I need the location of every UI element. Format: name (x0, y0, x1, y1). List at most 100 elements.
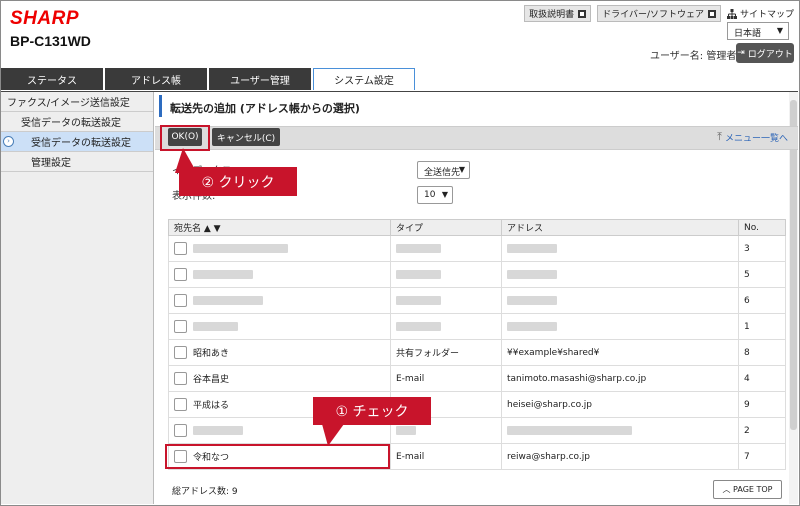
table-row: 昭和あき 共有フォルダー ¥¥example¥shared¥ 8 (168, 339, 786, 366)
sidebar: ファクス/イメージ送信設定 受信データの転送設定 › 受信データの転送設定 管理… (1, 92, 154, 504)
masked-name (193, 296, 263, 305)
manual-link-label: 取扱説明書 (529, 10, 575, 20)
chevron-up-icon: ︿ (722, 485, 734, 494)
masked-name (193, 426, 243, 435)
masked-address (507, 243, 557, 253)
chevron-down-icon: ▼ (458, 165, 465, 174)
masked-type (396, 295, 441, 305)
row-address: heisei@sharp.co.jp (501, 391, 739, 418)
page-top-button[interactable]: ︿ PAGE TOP (713, 480, 782, 499)
tab-address-book[interactable]: アドレス帳 (105, 68, 207, 90)
address-table: 宛先名 ▲ ▼ タイプ アドレス No. 3 5 6 1 昭和あき 共有フォルダ… (168, 219, 786, 470)
top-links: 取扱説明書 ドライバー/ソフトウェア サイトマップ (524, 5, 794, 22)
tab-system-settings[interactable]: システム設定 (313, 68, 415, 90)
column-type-header: タイプ (390, 219, 502, 236)
masked-type (396, 243, 441, 253)
row-checkbox[interactable] (174, 294, 187, 307)
masked-type (396, 269, 441, 279)
sidebar-item-fax-image-send[interactable]: ファクス/イメージ送信設定 (1, 92, 153, 112)
external-link-icon (707, 9, 716, 18)
row-checkbox[interactable] (174, 424, 187, 437)
external-link-icon (578, 9, 587, 18)
table-row: 3 (168, 235, 786, 262)
sidebar-item-forward-settings-active[interactable]: › 受信データの転送設定 (1, 132, 153, 152)
row-number: 5 (738, 261, 786, 288)
row-name: 昭和あき (193, 349, 230, 359)
sitemap-icon (726, 8, 737, 19)
user-name: ユーザー名: 管理者 (650, 51, 737, 62)
row-checkbox[interactable] (174, 346, 187, 359)
language-select[interactable]: 日本語 ▼ (727, 22, 789, 40)
page-top-label: PAGE TOP (733, 485, 773, 494)
display-count-value: 10 (424, 190, 436, 200)
masked-name (193, 270, 253, 279)
table-row: 2 (168, 417, 786, 444)
chevron-down-icon: ▼ (441, 190, 448, 199)
manual-link[interactable]: 取扱説明書 (524, 5, 592, 22)
masked-address (507, 269, 557, 279)
row-address: tanimoto.masashi@sharp.co.jp (501, 365, 739, 392)
cancel-button[interactable]: キャンセル(C) (212, 128, 280, 146)
tab-user-management[interactable]: ユーザー管理 (209, 68, 311, 90)
index-value: 全送信先 (424, 168, 461, 178)
sharp-logo: SHARP (10, 8, 80, 29)
table-row: 谷本昌史 E-mail tanimoto.masashi@sharp.co.jp… (168, 365, 786, 392)
row-number: 2 (738, 417, 786, 444)
logout-icon: ⇥ (737, 48, 745, 58)
column-name-header[interactable]: 宛先名 ▲ ▼ (168, 219, 391, 236)
model-name: BP-C131WD (10, 33, 91, 49)
index-select[interactable]: 全送信先 ▼ (417, 161, 470, 179)
sidebar-item-forward-settings[interactable]: 受信データの転送設定 (1, 112, 153, 132)
table-header-row: 宛先名 ▲ ▼ タイプ アドレス No. (168, 219, 786, 236)
row-number: 8 (738, 339, 786, 366)
tab-status[interactable]: ステータス (1, 68, 103, 90)
checkbox-highlight-box (165, 444, 390, 469)
masked-address (507, 295, 557, 305)
row-address: reiwa@sharp.co.jp (501, 443, 739, 470)
masked-name (193, 322, 238, 331)
row-checkbox[interactable] (174, 398, 187, 411)
table-row: 5 (168, 261, 786, 288)
row-type: 共有フォルダー (390, 339, 502, 366)
sidebar-item-label: 受信データの転送設定 (31, 138, 131, 149)
masked-type (396, 425, 416, 435)
row-name: 平成はる (193, 401, 230, 411)
menu-list-label: メニュー一覧へ (724, 133, 788, 144)
row-checkbox[interactable] (174, 242, 187, 255)
masked-type (396, 321, 441, 331)
row-type: E-mail (390, 443, 502, 470)
sitemap-link[interactable]: サイトマップ (726, 7, 794, 20)
chevron-right-icon: › (3, 136, 14, 147)
click-callout: ② クリック (179, 167, 297, 196)
row-type: E-mail (390, 365, 502, 392)
row-number: 6 (738, 287, 786, 314)
sidebar-item-management[interactable]: 管理設定 (1, 152, 153, 172)
masked-name (193, 244, 288, 253)
driver-link[interactable]: ドライバー/ソフトウェア (597, 5, 721, 22)
language-value: 日本語 (734, 29, 762, 39)
back-to-top-icon: ⤒ (717, 130, 722, 143)
row-number: 7 (738, 443, 786, 470)
row-checkbox[interactable] (174, 372, 187, 385)
row-number: 3 (738, 235, 786, 262)
masked-address (507, 425, 632, 435)
logout-button[interactable]: ⇥ ログアウト (736, 43, 794, 63)
row-checkbox[interactable] (174, 320, 187, 333)
masked-address (507, 321, 557, 331)
row-number: 9 (738, 391, 786, 418)
sitemap-label: サイトマップ (739, 10, 794, 20)
chevron-down-icon: ▼ (776, 26, 783, 35)
row-address: ¥¥example¥shared¥ (501, 339, 739, 366)
column-address-header: アドレス (501, 219, 739, 236)
callout-pointer-check (322, 424, 344, 446)
table-row: 6 (168, 287, 786, 314)
row-number: 1 (738, 313, 786, 340)
check-callout: ① チェック (313, 397, 431, 425)
table-row: 平成はる E-mail heisei@sharp.co.jp 9 (168, 391, 786, 418)
menu-list-link[interactable]: ⤒ メニュー一覧へ (717, 130, 788, 144)
row-checkbox[interactable] (174, 268, 187, 281)
table-row: 1 (168, 313, 786, 340)
driver-link-label: ドライバー/ソフトウェア (602, 10, 704, 20)
title-accent (159, 95, 162, 117)
display-count-select[interactable]: 10 ▼ (417, 186, 453, 204)
